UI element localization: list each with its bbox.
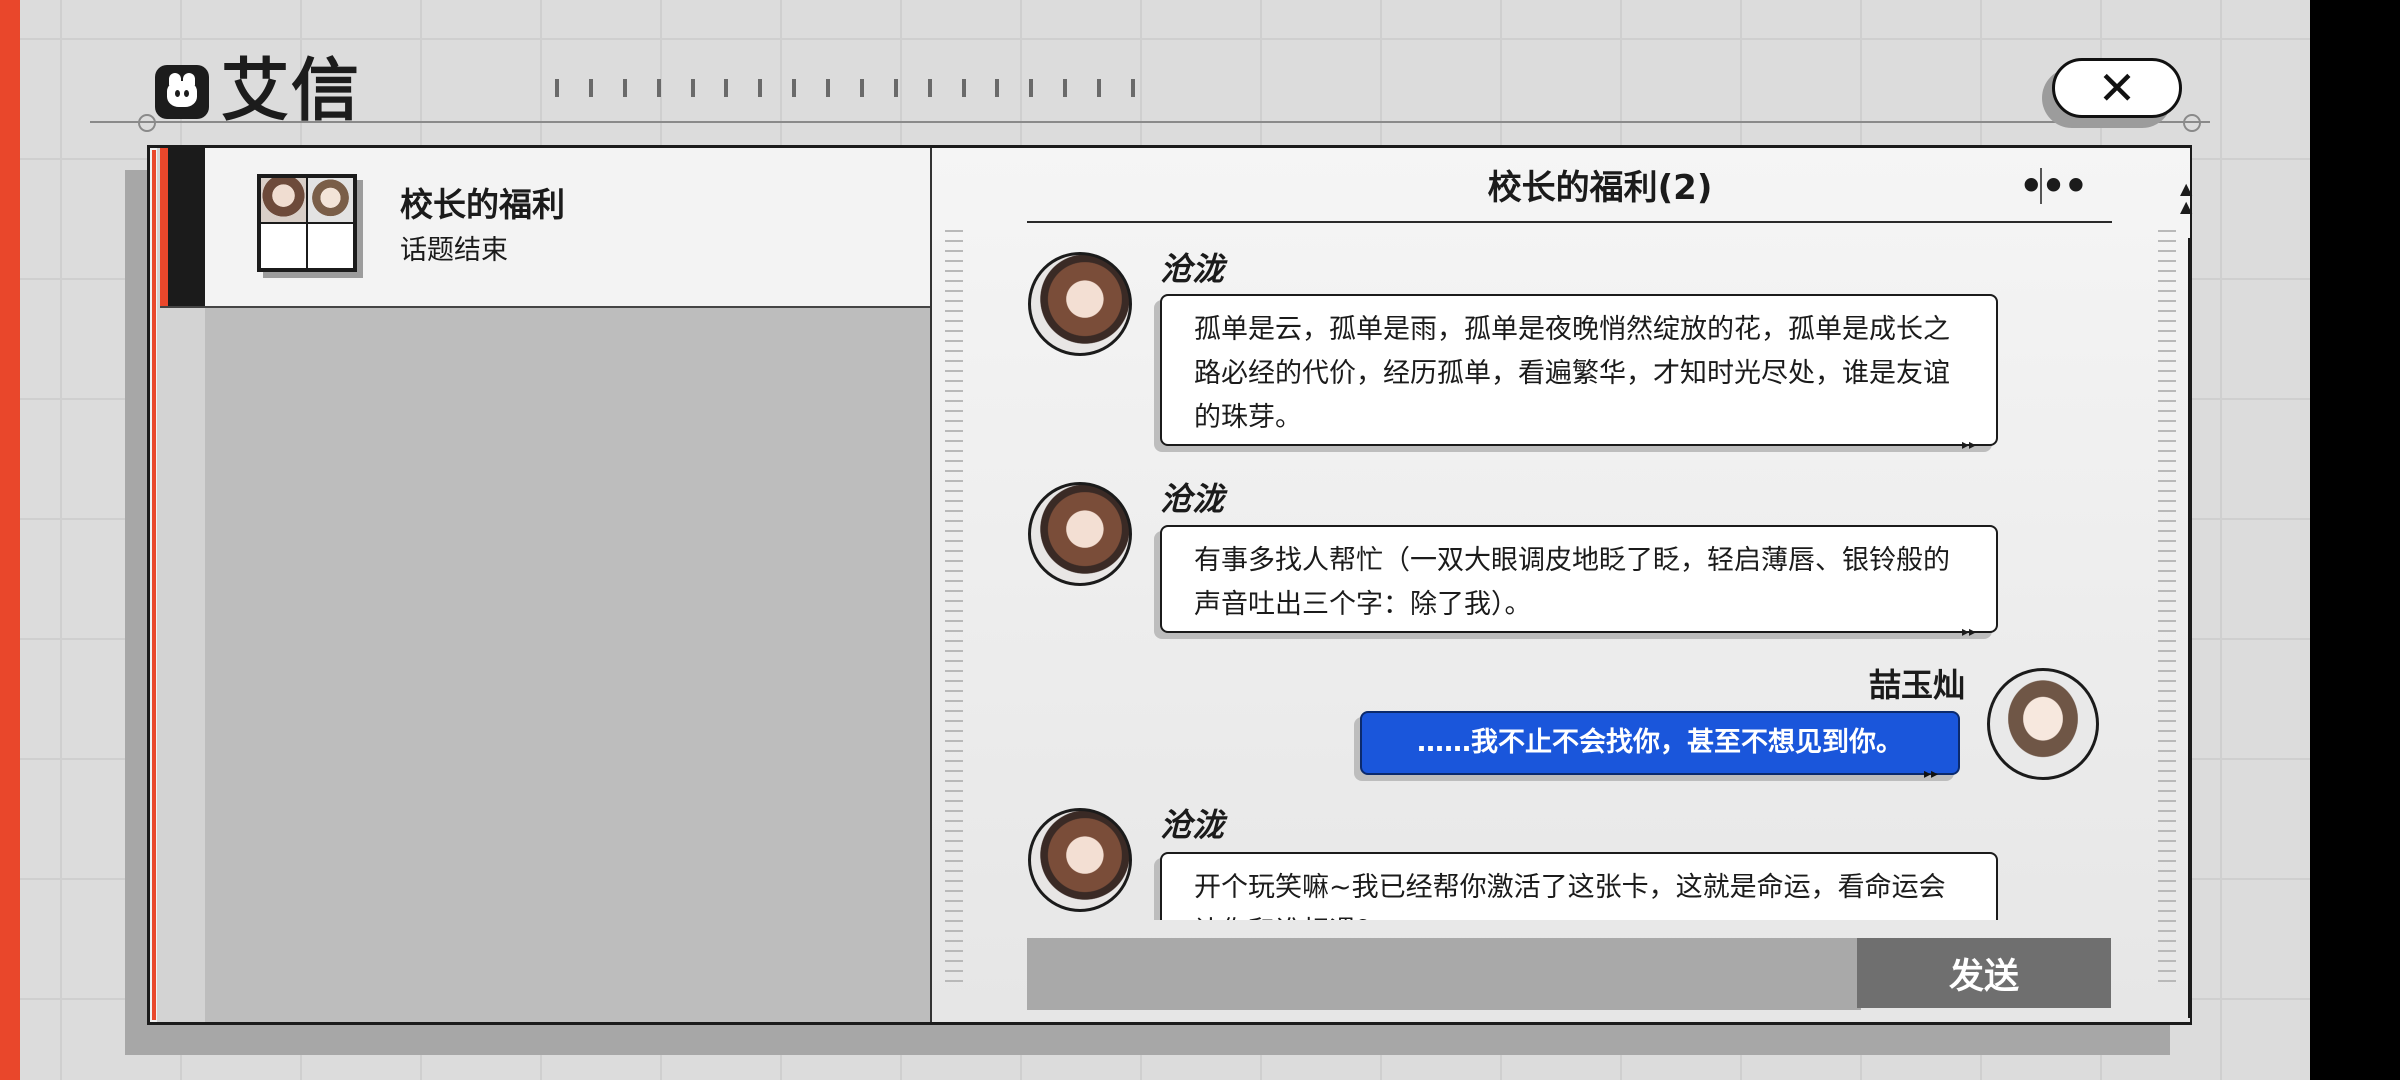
member-avatar	[260, 177, 307, 223]
divider-node-left	[138, 114, 156, 132]
close-button[interactable]: ✕	[2052, 58, 2182, 118]
sender-name: 喆玉灿	[1868, 666, 1965, 704]
send-button[interactable]: 发送	[1857, 938, 2111, 1008]
message-tail-icon: ▸▸	[1961, 624, 1976, 640]
sender-name: 沧泷	[1160, 806, 1225, 844]
conversation-title: 校长的福利(2)	[1487, 168, 1713, 208]
message-input[interactable]	[1027, 938, 1861, 1010]
message-bubble: 开个玩笑嘛~我已经帮你激活了这张卡，这就是命运，看命运会让你和谁相遇？	[1160, 852, 1998, 920]
empty-avatar-slot	[260, 223, 307, 269]
message-tail-icon: ▸▸	[1923, 766, 1938, 782]
more-icon: •••	[2019, 164, 2088, 208]
app-logo: 艾信	[155, 58, 361, 126]
message-tail-icon: ▸▸	[1961, 437, 1976, 453]
message-text: 孤单是云，孤单是雨，孤单是夜晚悄然绽放的花，孤单是成长之路必经的代价，经历孤单，…	[1194, 314, 1950, 433]
message-bubble: 孤单是云，孤单是雨，孤单是夜晚悄然绽放的花，孤单是成长之路必经的代价，经历孤单，…	[1160, 294, 1998, 452]
sender-avatar[interactable]	[1028, 808, 1132, 912]
message-list[interactable]: 沧泷 孤单是云，孤单是雨，孤单是夜晚悄然绽放的花，孤单是成长之路必经的代价，经历…	[1025, 230, 2115, 920]
my-avatar[interactable]	[1987, 668, 2099, 780]
message-text: 开个玩笑嘛~我已经帮你激活了这张卡，这就是命运，看命运会让你和谁相遇？	[1194, 872, 1946, 920]
chat-list-item[interactable]: 校长的福利 话题结束	[160, 148, 930, 308]
send-label: 发送	[1948, 956, 2019, 997]
decorative-ticks	[555, 79, 1135, 97]
header-divider	[90, 121, 2210, 123]
accent-strip	[0, 0, 20, 1080]
scrollbar[interactable]	[2188, 238, 2190, 1018]
scroll-up-icon[interactable]: ▲ ▲	[2180, 180, 2200, 216]
ruler-right	[2158, 230, 2176, 990]
selected-indicator	[160, 148, 205, 306]
cat-logo-icon	[155, 65, 209, 119]
ruler-left	[945, 230, 963, 990]
empty-avatar-slot	[307, 223, 354, 269]
message-bubble: 有事多找人帮忙（一双大眼调皮地眨了眨，轻启薄唇、银铃般的声音吐出三个字：除了我）…	[1160, 525, 1998, 639]
sender-avatar[interactable]	[1028, 482, 1132, 586]
sender-name: 沧泷	[1160, 480, 1225, 518]
more-button[interactable]: •••	[2019, 164, 2088, 208]
divider-node-right	[2183, 114, 2201, 132]
my-message-bubble: ……我不止不会找你，甚至不想见到你。 ▸▸	[1360, 711, 1960, 781]
title-divider	[1027, 221, 2112, 223]
close-icon: ✕	[2097, 61, 2137, 115]
member-avatar	[307, 177, 354, 223]
screen-edge	[2310, 0, 2400, 1080]
message-text: ……我不止不会找你，甚至不想见到你。	[1417, 727, 1903, 758]
message-text: 有事多找人帮忙（一双大眼调皮地眨了眨，轻启薄唇、银铃般的声音吐出三个字：除了我）…	[1194, 545, 1950, 620]
accent-line	[152, 150, 156, 1020]
group-avatar	[257, 174, 357, 272]
app-title: 艾信	[221, 52, 362, 131]
chat-status: 话题结束	[400, 235, 508, 266]
chat-name: 校长的福利	[400, 185, 565, 224]
sender-name: 沧泷	[1160, 250, 1225, 288]
sender-avatar[interactable]	[1028, 252, 1132, 356]
